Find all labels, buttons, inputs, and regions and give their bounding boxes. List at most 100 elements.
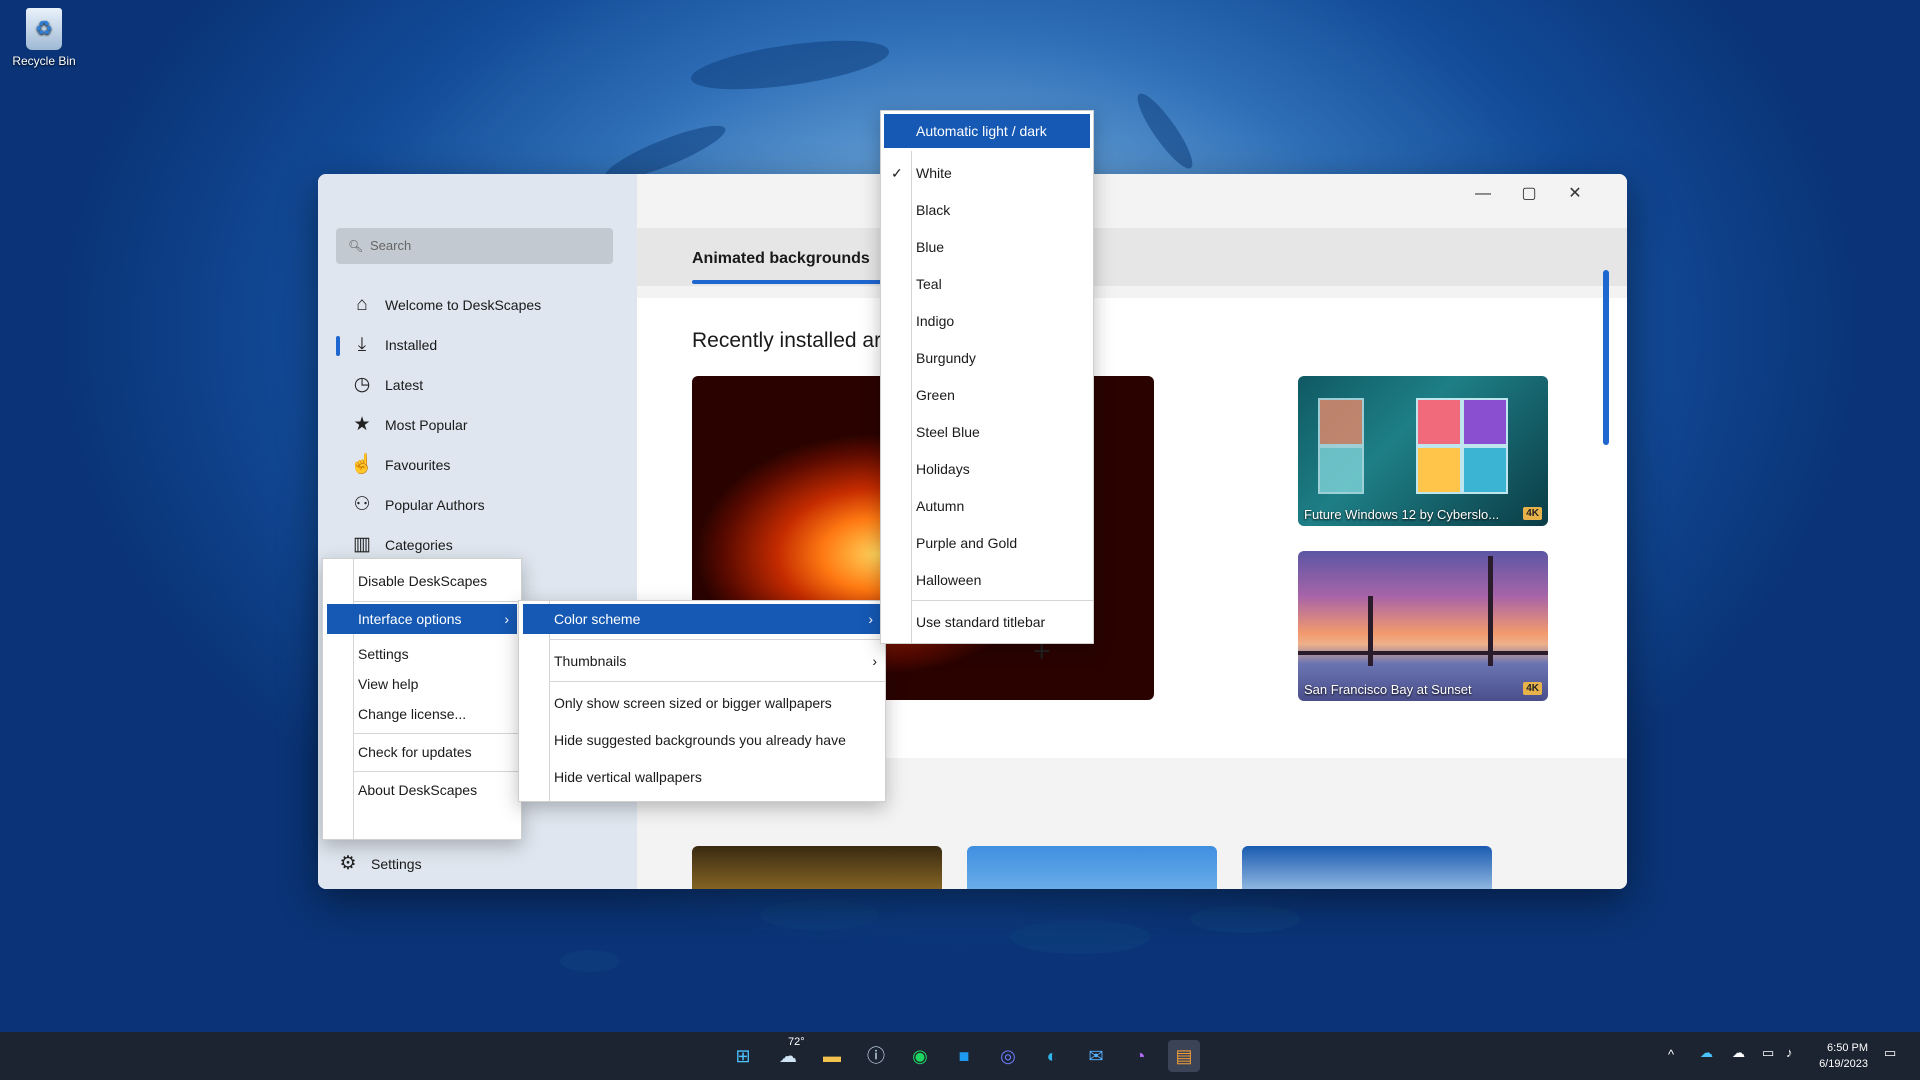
sidebar-item-most-popular[interactable]: ★ Most Popular <box>318 406 637 444</box>
menu-item-white[interactable]: ✓ White <box>881 158 1093 188</box>
wallpaper-fish <box>1190 905 1300 933</box>
cloud-sync-icon[interactable]: ☁ <box>1732 1045 1745 1061</box>
sidebar-item-label: Latest <box>385 377 424 393</box>
window-pane-graphic <box>1416 398 1462 446</box>
menu-item-green[interactable]: Green <box>881 380 1093 410</box>
sidebar-item-favourites[interactable]: ☝ Favourites <box>318 446 637 484</box>
bridge-tower-graphic <box>1488 556 1493 666</box>
menu-separator <box>353 771 521 772</box>
menu-item-label: Green <box>916 387 955 403</box>
checkmark-icon: ✓ <box>891 165 903 181</box>
menu-item-indigo[interactable]: Indigo <box>881 306 1093 336</box>
thumbnail-caption: Future Windows 12 by Cyberslo... <box>1304 507 1500 522</box>
menu-item-label: Interface options <box>358 611 462 627</box>
menu-item-holidays[interactable]: Holidays <box>881 454 1093 484</box>
wallpaper-thumbnail-san-francisco[interactable]: San Francisco Bay at Sunset 4K <box>1298 551 1548 701</box>
edge-icon[interactable]: ◐ <box>1036 1040 1068 1072</box>
sidebar-item-popular-authors[interactable]: ⚇ Popular Authors <box>318 486 637 524</box>
menu-item-label: Thumbnails <box>554 653 627 669</box>
chevron-right-icon: › <box>872 653 877 669</box>
menu-item-change-license[interactable]: Change license... <box>323 699 521 729</box>
menu-item-color-scheme[interactable]: Color scheme › <box>523 604 881 634</box>
sidebar-item-welcome[interactable]: ⌂ Welcome to DeskScapes <box>318 286 637 324</box>
menu-item-teal[interactable]: Teal <box>881 269 1093 299</box>
wallpaper-fish <box>1130 87 1200 175</box>
copilot-icon[interactable]: ◔ <box>1124 1040 1156 1072</box>
menu-item-about[interactable]: About DeskScapes <box>323 775 521 805</box>
menu-item-blue[interactable]: Blue <box>881 232 1093 262</box>
close-button[interactable]: ✕ <box>1555 180 1595 208</box>
menu-item-label: About DeskScapes <box>358 782 478 798</box>
app-icon[interactable]: ◎ <box>992 1040 1024 1072</box>
menu-item-view-help[interactable]: View help <box>323 669 521 699</box>
spotify-icon[interactable]: ◉ <box>904 1040 936 1072</box>
menu-item-automatic-light-dark[interactable]: Automatic light / dark <box>884 114 1090 148</box>
menu-item-halloween[interactable]: Halloween <box>881 565 1093 595</box>
recycle-bin[interactable]: Recycle Bin <box>8 8 80 68</box>
menu-item-hide-vertical[interactable]: Hide vertical wallpapers <box>519 762 885 792</box>
menu-item-label: White <box>916 165 952 181</box>
wallpaper-thumbnail-all-2[interactable] <box>967 846 1217 889</box>
clock[interactable]: 6:50 PM 6/19/2023 <box>1819 1040 1868 1072</box>
menu-separator <box>353 733 521 734</box>
menu-item-autumn[interactable]: Autumn <box>881 491 1093 521</box>
menu-separator <box>549 681 885 682</box>
color-scheme-submenu: Automatic light / dark ✓ White Black Blue… <box>880 110 1094 644</box>
scrollbar-thumb[interactable] <box>1603 270 1609 445</box>
menu-item-settings[interactable]: Settings <box>323 639 521 669</box>
menu-item-burgundy[interactable]: Burgundy <box>881 343 1093 373</box>
menu-item-check-updates[interactable]: Check for updates <box>323 737 521 767</box>
mail-icon[interactable]: ✉ <box>1080 1040 1112 1072</box>
deskscapes-taskbar-icon[interactable]: ▤ <box>1168 1040 1200 1072</box>
volume-icon[interactable]: ♪ <box>1786 1045 1793 1060</box>
twitter-icon[interactable]: ■ <box>948 1040 980 1072</box>
interface-options-submenu: Color scheme › Thumbnails › Only show scre… <box>518 600 886 802</box>
menu-item-screen-sized-wallpapers[interactable]: Only show screen sized or bigger wallpap… <box>519 688 885 718</box>
menu-item-label: Steel Blue <box>916 424 980 440</box>
tab-bar: Animated backgrounds <box>637 228 1627 286</box>
window-pane-graphic <box>1318 446 1364 494</box>
onedrive-icon[interactable]: ☁ <box>1700 1045 1713 1061</box>
sidebar-item-latest[interactable]: ◷ Latest <box>318 366 637 404</box>
file-explorer-icon[interactable]: ▬ <box>816 1040 848 1072</box>
start-windows-icon[interactable]: ⊞ <box>727 1040 759 1072</box>
context-menu: Disable DeskScapes Interface options › Se… <box>322 558 522 840</box>
menu-separator <box>353 601 521 602</box>
menu-item-label: Check for updates <box>358 744 472 760</box>
maximize-button[interactable]: ▢ <box>1509 180 1549 208</box>
menu-item-standard-titlebar[interactable]: Use standard titlebar <box>881 607 1093 637</box>
menu-separator <box>549 639 885 640</box>
chevron-up-icon[interactable]: ^ <box>1668 1047 1674 1062</box>
notification-icon[interactable]: ▭ <box>1884 1045 1896 1061</box>
network-icon[interactable]: ▭ <box>1762 1045 1774 1061</box>
sidebar-item-label: Most Popular <box>385 417 468 433</box>
menu-item-interface-options[interactable]: Interface options › <box>327 604 517 634</box>
clock-date: 6/19/2023 <box>1819 1058 1868 1070</box>
minimize-button[interactable]: — <box>1463 180 1503 208</box>
recycle-bin-icon <box>26 8 62 50</box>
clock-time: 6:50 PM <box>1827 1042 1868 1054</box>
menu-item-label: Blue <box>916 239 945 255</box>
thumbnail-caption: San Francisco Bay at Sunset <box>1304 682 1472 697</box>
sidebar-item-installed[interactable]: ⤓ Installed <box>318 326 637 364</box>
search-input[interactable]: 🔍︎ Search <box>336 228 613 264</box>
password-manager-icon[interactable]: ⓘ <box>860 1040 892 1072</box>
menu-item-black[interactable]: Black <box>881 195 1093 225</box>
menu-item-steel-blue[interactable]: Steel Blue <box>881 417 1093 447</box>
wallpaper-fish <box>560 950 620 972</box>
menu-item-hide-suggested[interactable]: Hide suggested backgrounds you already h… <box>519 725 885 755</box>
clock-icon: ◷ <box>353 374 371 395</box>
selected-indicator <box>336 336 340 356</box>
wallpaper-thumbnail-future-windows[interactable]: Future Windows 12 by Cyberslo... 4K <box>1298 376 1548 526</box>
window-pane-graphic <box>1318 398 1364 446</box>
wallpaper-thumbnail-all-3[interactable] <box>1242 846 1492 889</box>
tab-animated-backgrounds[interactable]: Animated backgrounds <box>692 240 870 278</box>
menu-item-purple-and-gold[interactable]: Purple and Gold <box>881 528 1093 558</box>
menu-item-thumbnails[interactable]: Thumbnails › <box>519 646 885 676</box>
menu-item-label: Hide vertical wallpapers <box>554 769 702 785</box>
menu-item-label: Color scheme <box>554 611 641 627</box>
sidebar-settings[interactable]: ⚙ Settings <box>318 845 637 883</box>
menu-item-label: Hide suggested backgrounds you already h… <box>554 732 846 748</box>
wallpaper-thumbnail-all-1[interactable] <box>692 846 942 889</box>
menu-item-disable-deskscapes[interactable]: Disable DeskScapes <box>323 566 521 596</box>
